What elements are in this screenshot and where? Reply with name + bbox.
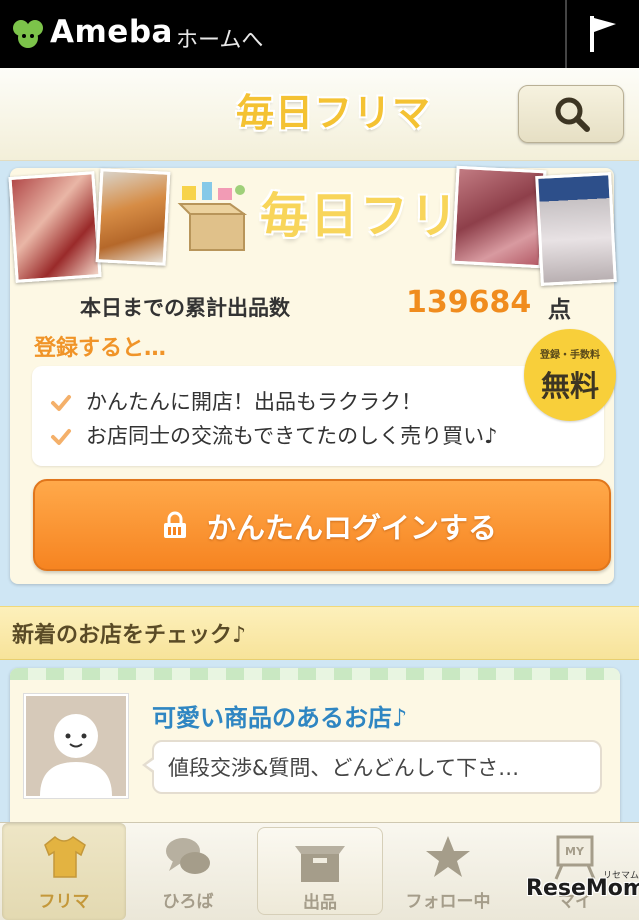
- login-label: かんたんログインする: [207, 511, 498, 545]
- total-listings-count: 139684: [406, 285, 532, 320]
- tab-label: フォロー中: [405, 892, 491, 912]
- free-badge-caption: 登録・手数料: [540, 350, 600, 361]
- register-benefits-heading: 登録すると…: [34, 336, 167, 361]
- section-title: 新着のお店をチェック♪: [12, 623, 247, 648]
- box-icon: [177, 182, 248, 251]
- ameba-brand[interactable]: Ameba: [50, 14, 173, 50]
- total-listings-unit: 点: [548, 297, 571, 323]
- tab-following[interactable]: フォロー中: [386, 823, 510, 920]
- default-avatar-icon: [40, 714, 112, 796]
- feature-text: お店同士の交流もできてたのしく売り買い♪: [86, 424, 498, 448]
- search-button[interactable]: [518, 85, 624, 143]
- boots-photo: [95, 168, 171, 266]
- flag-icon[interactable]: [588, 14, 618, 54]
- home-link[interactable]: ホームへ: [176, 22, 263, 54]
- svg-text:MY: MY: [565, 845, 585, 858]
- tshirt-icon: [44, 836, 86, 878]
- promo-card: 毎日フリマ 本日までの累計出品数 139684 点 登録すると… かんたんに開店…: [8, 165, 617, 584]
- tab-listing[interactable]: 出品: [257, 827, 383, 915]
- shop-message-bubble: 値段交渉&質問、どんどんして下さ…: [142, 740, 602, 794]
- check-icon: [51, 395, 71, 411]
- shop-avatar[interactable]: [24, 694, 128, 798]
- free-badge-text: 無料: [540, 369, 599, 403]
- tab-furima[interactable]: フリマ: [2, 823, 126, 920]
- app-title-logo: 毎日フリマ: [236, 82, 431, 137]
- app-header: 毎日フリマ: [0, 68, 639, 161]
- new-shops-header: 新着のお店をチェック♪: [0, 606, 639, 660]
- ameba-leaf-icon[interactable]: [10, 16, 46, 52]
- tab-label: 出品: [303, 893, 337, 913]
- star-icon: [426, 836, 470, 877]
- my-board-icon: MY: [554, 835, 596, 880]
- check-icon: [51, 429, 71, 445]
- shop-message: 値段交渉&質問、どんどんして下さ…: [168, 756, 520, 780]
- shop-name[interactable]: 可愛い商品のあるお店♪: [152, 698, 407, 733]
- lock-icon: [164, 511, 186, 538]
- tab-label: ひろば: [162, 892, 214, 912]
- feature-text: かんたんに開店！出品もラクラク！: [86, 390, 422, 414]
- shop-card[interactable]: 可愛い商品のあるお店♪ 値段交渉&質問、どんどんして下さ…: [10, 668, 620, 828]
- skirt-photo: [535, 172, 617, 286]
- ameba-top-bar: Ameba ホームへ: [0, 0, 639, 68]
- free-badge: 登録・手数料 無料: [524, 329, 616, 421]
- bottom-tab-bar: フリマ ひろば 出品 フォロー中 MY マイ: [0, 822, 639, 920]
- blouse-photo: [451, 165, 547, 269]
- tab-label: フリマ: [38, 892, 90, 912]
- app-title: 毎日フリマ: [236, 91, 432, 135]
- dress-photo: [8, 171, 102, 283]
- box-icon: [295, 846, 345, 882]
- resemom-watermark: ReseMom: [526, 876, 639, 901]
- chat-bubbles-icon: [166, 838, 210, 874]
- total-listings-label: 本日までの累計出品数: [80, 296, 290, 320]
- features-list: かんたんに開店！出品もラクラク！ お店同士の交流もできてたのしく売り買い♪: [32, 366, 604, 466]
- topbar-divider: [565, 0, 567, 68]
- easy-login-button[interactable]: かんたんログインする: [33, 479, 611, 571]
- tab-hiroba[interactable]: ひろば: [126, 823, 250, 920]
- shop-card-stripes: [10, 668, 620, 680]
- magnifier-icon: [555, 97, 590, 132]
- bubble-tail-inner: [146, 758, 156, 772]
